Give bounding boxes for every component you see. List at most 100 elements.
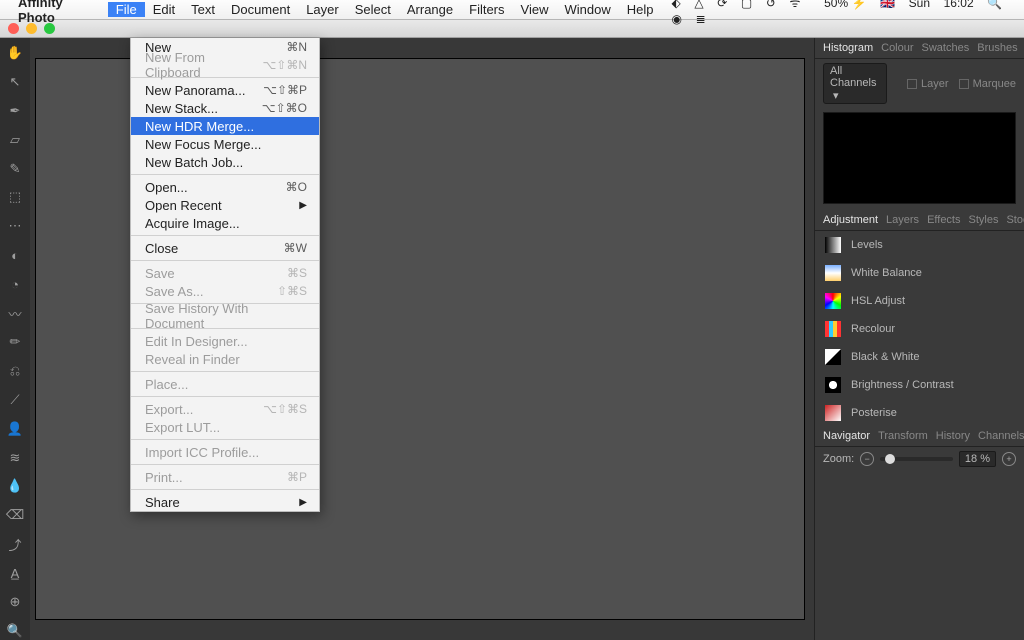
hsl-icon xyxy=(825,293,841,309)
channel-select[interactable]: All Channels ▾ xyxy=(823,63,887,104)
menu-layer[interactable]: Layer xyxy=(298,2,347,17)
navigator-tab-history[interactable]: History xyxy=(936,430,970,442)
adjustment-hsl[interactable]: HSL Adjust xyxy=(815,287,1024,315)
menu-document[interactable]: Document xyxy=(223,2,298,17)
app-name[interactable]: Affinity Photo xyxy=(18,0,96,25)
tool-16[interactable]: ⌫ xyxy=(6,506,24,524)
sync-icon[interactable]: ⟳ xyxy=(717,0,727,10)
histogram-tab-colour[interactable]: Colour xyxy=(881,42,913,54)
tool-6[interactable]: ⋯ xyxy=(6,217,24,235)
menu-item-new-focus-merge[interactable]: New Focus Merge... xyxy=(131,135,319,153)
notification-center-icon[interactable]: ≣ xyxy=(696,12,706,26)
tool-8[interactable]: ◔ xyxy=(6,275,24,293)
menu-window[interactable]: Window xyxy=(556,2,618,17)
tool-strip: ✋ ↖ ✒ ▱ ✎ ⬚ ⋯ ◐ ◔ 〰 ✏ ⎌ ⟋ 👤 ≋ 💧 ⌫ ⤴ A̲ ⊕ 🔍 xyxy=(0,38,30,640)
marquee-checkbox[interactable]: Marquee xyxy=(959,78,1016,90)
navigator-tab-transform[interactable]: Transform xyxy=(878,430,928,442)
adjustment-levels[interactable]: Levels xyxy=(815,231,1024,259)
tool-7[interactable]: ◐ xyxy=(6,246,24,264)
tool-19[interactable]: ⊕ xyxy=(6,593,24,611)
menu-text[interactable]: Text xyxy=(183,2,223,17)
menu-item-open-recent[interactable]: Open Recent▶ xyxy=(131,196,319,214)
menu-item-new-batch-job[interactable]: New Batch Job... xyxy=(131,153,319,171)
window-zoom-button[interactable] xyxy=(44,23,55,34)
zoom-out-button[interactable]: − xyxy=(860,452,874,466)
battery-status[interactable]: 50% ⚡ xyxy=(814,0,866,10)
window-minimize-button[interactable] xyxy=(26,23,37,34)
adjustment-tab-layers[interactable]: Layers xyxy=(886,214,919,226)
menu-edit[interactable]: Edit xyxy=(145,2,183,17)
menu-separator xyxy=(131,396,319,397)
adjustment-bw[interactable]: Black & White xyxy=(815,343,1024,371)
tool-13[interactable]: 👤 xyxy=(6,420,24,438)
adjustment-tab-adjustment[interactable]: Adjustment xyxy=(823,214,878,226)
menu-item-save-as: Save As...⇧⌘S xyxy=(131,282,319,300)
wifi-icon[interactable]: ᯤ xyxy=(790,0,801,10)
menu-item-open[interactable]: Open...⌘O xyxy=(131,178,319,196)
tool-10[interactable]: ✏ xyxy=(6,333,24,351)
tool-20[interactable]: 🔍 xyxy=(6,622,24,640)
input-flag-icon[interactable]: 🇬🇧 xyxy=(880,0,895,10)
clock-time[interactable]: 16:02 xyxy=(944,0,974,10)
tool-17[interactable]: ⤴ xyxy=(6,535,24,553)
menu-file[interactable]: File xyxy=(108,2,145,17)
menu-item-save: Save⌘S xyxy=(131,264,319,282)
tool-12[interactable]: ⟋ xyxy=(6,391,24,409)
tool-1[interactable]: ↖ xyxy=(6,73,24,91)
adjustment-tab-effects[interactable]: Effects xyxy=(927,214,960,226)
menu-item-new-stack[interactable]: New Stack...⌥⇧⌘O xyxy=(131,99,319,117)
menu-item-place: Place... xyxy=(131,375,319,393)
menu-help[interactable]: Help xyxy=(619,2,662,17)
menu-item-share[interactable]: Share▶ xyxy=(131,493,319,511)
spotlight-icon[interactable]: 🔍 xyxy=(987,0,1002,10)
zoom-slider[interactable] xyxy=(880,457,953,461)
menu-select[interactable]: Select xyxy=(347,2,399,17)
tool-15[interactable]: 💧 xyxy=(6,477,24,495)
tool-4[interactable]: ✎ xyxy=(6,160,24,178)
adjustment-wb[interactable]: White Balance xyxy=(815,259,1024,287)
adjustment-rec[interactable]: Recolour xyxy=(815,315,1024,343)
menu-separator xyxy=(131,371,319,372)
adjustment-tab-styles[interactable]: Styles xyxy=(969,214,999,226)
menu-view[interactable]: View xyxy=(513,2,557,17)
airplay-icon[interactable]: ▢ xyxy=(741,0,752,10)
zoom-in-button[interactable]: + xyxy=(1002,452,1016,466)
bc-icon xyxy=(825,377,841,393)
tool-3[interactable]: ▱ xyxy=(6,131,24,149)
zoom-value[interactable]: 18 % xyxy=(959,451,996,467)
menu-item-close[interactable]: Close⌘W xyxy=(131,239,319,257)
dropbox-icon[interactable]: ⬖ xyxy=(671,0,680,10)
navigator-tab-channels[interactable]: Channels xyxy=(978,430,1024,442)
adjustment-post[interactable]: Posterise xyxy=(815,399,1024,426)
layer-checkbox[interactable]: Layer xyxy=(907,78,949,90)
tool-5[interactable]: ⬚ xyxy=(6,188,24,206)
adjustment-label: HSL Adjust xyxy=(851,295,905,307)
adjustment-label: Recolour xyxy=(851,323,895,335)
window-close-button[interactable] xyxy=(8,23,19,34)
tool-14[interactable]: ≋ xyxy=(6,449,24,467)
menu-separator xyxy=(131,260,319,261)
rec-icon xyxy=(825,321,841,337)
tool-2[interactable]: ✒ xyxy=(6,102,24,120)
histogram-tab-swatches[interactable]: Swatches xyxy=(922,42,970,54)
menu-item-acquire-image[interactable]: Acquire Image... xyxy=(131,214,319,232)
menu-item-new-hdr-merge[interactable]: New HDR Merge... xyxy=(131,117,319,135)
menu-separator xyxy=(131,464,319,465)
siri-icon[interactable]: ◉ xyxy=(671,12,681,26)
menu-arrange[interactable]: Arrange xyxy=(399,2,461,17)
histogram-tab-histogram[interactable]: Histogram xyxy=(823,42,873,54)
tool-18[interactable]: A̲ xyxy=(6,564,24,582)
adjustment-bc[interactable]: Brightness / Contrast xyxy=(815,371,1024,399)
clock-day[interactable]: Sun xyxy=(909,0,930,10)
navigator-tab-navigator[interactable]: Navigator xyxy=(823,430,870,442)
menu-item-export-lut: Export LUT... xyxy=(131,418,319,436)
histogram-tab-brushes[interactable]: Brushes xyxy=(977,42,1017,54)
adjustment-tab-stock[interactable]: Stock xyxy=(1006,214,1024,226)
tool-11[interactable]: ⎌ xyxy=(6,362,24,380)
timemachine-icon[interactable]: ↺ xyxy=(766,0,776,10)
menu-filters[interactable]: Filters xyxy=(461,2,512,17)
menu-item-new-panorama[interactable]: New Panorama...⌥⇧⌘P xyxy=(131,81,319,99)
tool-0[interactable]: ✋ xyxy=(6,44,24,62)
drive-icon[interactable]: △ xyxy=(694,0,703,10)
tool-9[interactable]: 〰 xyxy=(6,304,24,322)
